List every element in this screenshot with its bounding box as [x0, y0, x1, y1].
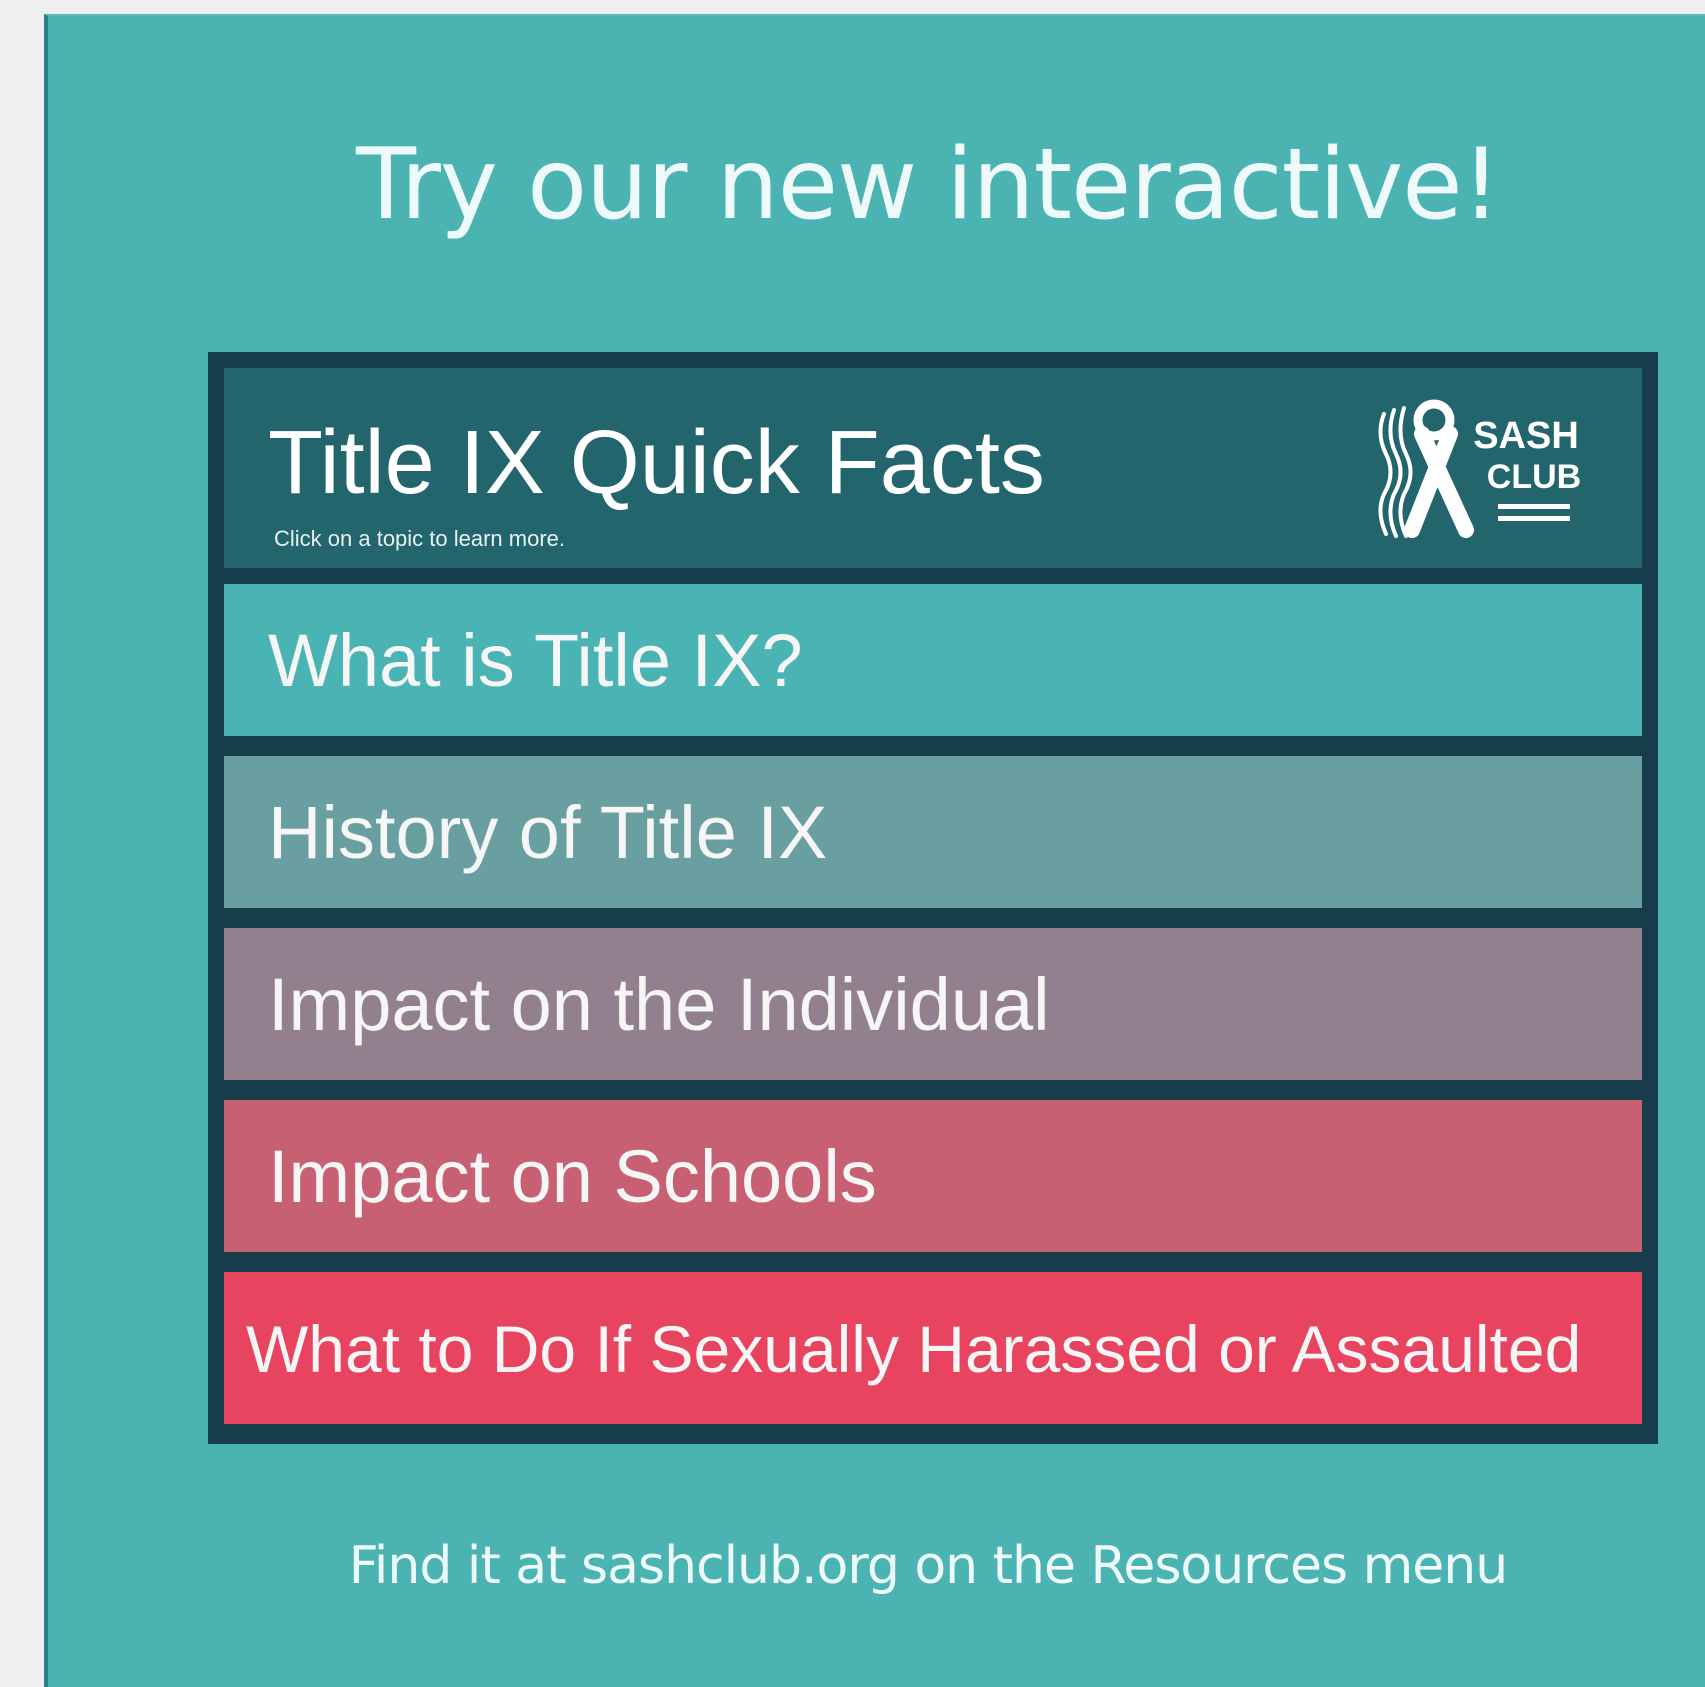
topic-what-to-do[interactable]: What to Do If Sexually Harassed or Assau… — [224, 1272, 1642, 1424]
logo-line-sash: SASH — [1473, 415, 1579, 457]
promo-footer: Find it at sashclub.org on the Resources… — [348, 1536, 1508, 1596]
topic-label: What is Title IX? — [268, 619, 803, 702]
topic-impact-individual[interactable]: Impact on the Individual — [224, 928, 1642, 1080]
widget-subtitle: Click on a topic to learn more. — [274, 526, 566, 551]
topic-label: What to Do If Sexually Harassed or Assau… — [246, 1312, 1582, 1386]
topic-label: Impact on Schools — [268, 1135, 877, 1218]
promo-card: Try our new interactive! Title IX Quick … — [44, 14, 1705, 1687]
logo-line-club: CLUB — [1487, 458, 1581, 496]
topic-impact-schools[interactable]: Impact on Schools — [224, 1100, 1642, 1252]
topic-what-is-title-ix[interactable]: What is Title IX? — [224, 584, 1642, 736]
topic-label: History of Title IX — [268, 791, 828, 874]
title-ix-widget: Title IX Quick Facts Click on a topic to… — [208, 352, 1658, 1444]
logo-tagline-line — [1498, 504, 1570, 509]
promo-headline: Try our new interactive! — [356, 128, 1501, 242]
sash-club-logo: SASH CLUB — [1378, 399, 1581, 538]
topic-history[interactable]: History of Title IX — [224, 756, 1642, 908]
logo-tagline-line — [1498, 516, 1570, 521]
widget-title: Title IX Quick Facts — [268, 413, 1045, 513]
topic-label: Impact on the Individual — [268, 963, 1050, 1046]
widget-header: Title IX Quick Facts Click on a topic to… — [224, 368, 1642, 568]
awareness-ribbon-icon — [1378, 399, 1474, 538]
